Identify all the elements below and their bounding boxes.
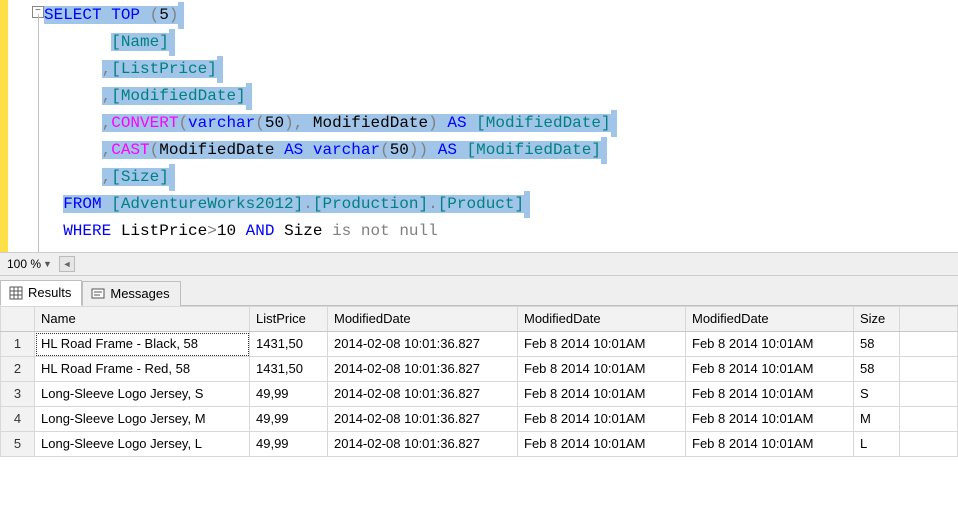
zoom-level: 100 % [7, 257, 41, 271]
tab-results[interactable]: Results [0, 280, 82, 306]
col-header-name[interactable]: Name [35, 307, 250, 332]
cell[interactable]: HL Road Frame - Red, 58 [35, 357, 250, 382]
cell-pad [900, 432, 958, 457]
col-header-modifieddate-2[interactable]: ModifiedDate [518, 307, 686, 332]
table-row[interactable]: 2HL Road Frame - Red, 581431,502014-02-0… [1, 357, 958, 382]
cell[interactable]: L [854, 432, 900, 457]
cell[interactable]: Long-Sleeve Logo Jersey, M [35, 407, 250, 432]
cell[interactable]: Feb 8 2014 10:01AM [686, 357, 854, 382]
code-line[interactable]: ,CONVERT(varchar(50), ModifiedDate) AS [… [44, 110, 958, 137]
cell[interactable]: Feb 8 2014 10:01AM [518, 407, 686, 432]
cell[interactable]: Feb 8 2014 10:01AM [686, 432, 854, 457]
chevron-down-icon: ▼ [43, 259, 52, 269]
col-header-modifieddate-3[interactable]: ModifiedDate [686, 307, 854, 332]
change-marker-gutter [0, 0, 8, 252]
cell[interactable]: Feb 8 2014 10:01AM [686, 407, 854, 432]
cell[interactable]: Long-Sleeve Logo Jersey, L [35, 432, 250, 457]
tab-messages-label: Messages [110, 286, 169, 301]
grid-header-row: Name ListPrice ModifiedDate ModifiedDate… [1, 307, 958, 332]
cell[interactable]: Feb 8 2014 10:01AM [518, 357, 686, 382]
cell-pad [900, 407, 958, 432]
row-header[interactable]: 1 [1, 332, 35, 357]
cell[interactable]: 2014-02-08 10:01:36.827 [328, 382, 518, 407]
results-grid[interactable]: Name ListPrice ModifiedDate ModifiedDate… [0, 306, 958, 457]
code-line[interactable]: FROM [AdventureWorks2012].[Production].[… [44, 191, 958, 218]
code-line[interactable]: SELECT TOP (5) [44, 2, 958, 29]
cell-pad [900, 332, 958, 357]
cell[interactable]: 49,99 [250, 382, 328, 407]
triangle-left-icon: ◄ [62, 259, 71, 269]
col-header-modifieddate-1[interactable]: ModifiedDate [328, 307, 518, 332]
cell[interactable]: 2014-02-08 10:01:36.827 [328, 357, 518, 382]
code-area[interactable]: SELECT TOP (5) [Name] ,[ListPrice] ,[Mod… [38, 0, 958, 252]
col-header-pad [900, 307, 958, 332]
code-line[interactable]: ,CAST(ModifiedDate AS varchar(50)) AS [M… [44, 137, 958, 164]
table-row[interactable]: 1HL Road Frame - Black, 581431,502014-02… [1, 332, 958, 357]
table-row[interactable]: 3Long-Sleeve Logo Jersey, S49,992014-02-… [1, 382, 958, 407]
cell[interactable]: Feb 8 2014 10:01AM [518, 382, 686, 407]
row-header[interactable]: 3 [1, 382, 35, 407]
code-line[interactable]: WHERE ListPrice>10 AND Size is not null [44, 218, 958, 245]
cell[interactable]: 49,99 [250, 432, 328, 457]
cell[interactable]: HL Road Frame - Black, 58 [35, 332, 250, 357]
code-line[interactable]: ,[ListPrice] [44, 56, 958, 83]
table-row[interactable]: 4Long-Sleeve Logo Jersey, M49,992014-02-… [1, 407, 958, 432]
cell[interactable]: 2014-02-08 10:01:36.827 [328, 407, 518, 432]
messages-icon [91, 287, 105, 301]
cell[interactable]: Long-Sleeve Logo Jersey, S [35, 382, 250, 407]
cell[interactable]: 58 [854, 357, 900, 382]
cell[interactable]: S [854, 382, 900, 407]
col-header-listprice[interactable]: ListPrice [250, 307, 328, 332]
col-header-size[interactable]: Size [854, 307, 900, 332]
zoom-dropdown[interactable]: 100 % ▼ [4, 256, 55, 272]
code-line[interactable]: ,[Size] [44, 164, 958, 191]
tab-results-label: Results [28, 285, 71, 300]
scroll-left-button[interactable]: ◄ [59, 256, 75, 272]
cell[interactable]: Feb 8 2014 10:01AM [518, 432, 686, 457]
cell[interactable]: Feb 8 2014 10:01AM [686, 332, 854, 357]
fold-line [38, 14, 39, 252]
code-line[interactable]: [Name] [44, 29, 958, 56]
cell-pad [900, 357, 958, 382]
sql-editor: − SELECT TOP (5) [Name] ,[ListPrice] ,[M… [0, 0, 958, 252]
cell[interactable]: Feb 8 2014 10:01AM [686, 382, 854, 407]
cell[interactable]: 58 [854, 332, 900, 357]
row-header[interactable]: 4 [1, 407, 35, 432]
zoom-bar: 100 % ▼ ◄ [0, 252, 958, 276]
table-row[interactable]: 5Long-Sleeve Logo Jersey, L49,992014-02-… [1, 432, 958, 457]
cell[interactable]: Feb 8 2014 10:01AM [518, 332, 686, 357]
cell[interactable]: 2014-02-08 10:01:36.827 [328, 332, 518, 357]
grid-icon [9, 286, 23, 300]
code-line[interactable]: ,[ModifiedDate] [44, 83, 958, 110]
tab-messages[interactable]: Messages [82, 281, 180, 306]
cell-pad [900, 382, 958, 407]
cell[interactable]: 1431,50 [250, 357, 328, 382]
cell[interactable]: 49,99 [250, 407, 328, 432]
cell[interactable]: M [854, 407, 900, 432]
outline-gutter: − [8, 0, 38, 252]
row-header[interactable]: 5 [1, 432, 35, 457]
cell[interactable]: 1431,50 [250, 332, 328, 357]
cell[interactable]: 2014-02-08 10:01:36.827 [328, 432, 518, 457]
results-grid-wrap: Name ListPrice ModifiedDate ModifiedDate… [0, 306, 958, 457]
row-header[interactable]: 2 [1, 357, 35, 382]
grid-corner[interactable] [1, 307, 35, 332]
results-tabstrip: Results Messages [0, 276, 958, 306]
